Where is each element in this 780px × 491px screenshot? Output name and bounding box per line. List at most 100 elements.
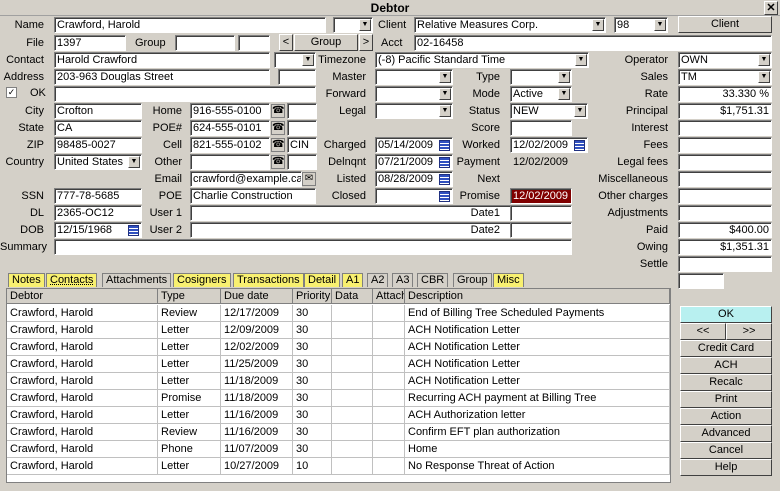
column-header[interactable]: Debtor: [7, 289, 158, 304]
table-cell[interactable]: [332, 373, 373, 390]
column-header[interactable]: Description: [405, 289, 670, 304]
recalc-button[interactable]: Recalc: [680, 374, 772, 391]
table-cell[interactable]: Letter: [158, 339, 221, 356]
client-select[interactable]: Relative Measures Corp. ▼: [414, 17, 606, 33]
city-field[interactable]: Crofton: [54, 103, 142, 119]
next-group-button[interactable]: >: [359, 34, 373, 51]
tab-a3[interactable]: A3: [392, 273, 414, 287]
calendar-icon[interactable]: [128, 225, 139, 236]
table-cell[interactable]: [373, 390, 405, 407]
print-button[interactable]: Print: [680, 391, 772, 408]
table-cell[interactable]: Letter: [158, 356, 221, 373]
table-cell[interactable]: End of Billing Tree Scheduled Payments: [405, 305, 670, 322]
ok-checkbox[interactable]: ✓: [6, 87, 17, 98]
table-cell[interactable]: [332, 424, 373, 441]
table-cell[interactable]: Crawford, Harold: [7, 356, 158, 373]
group-field-2[interactable]: [238, 35, 270, 51]
acct-field[interactable]: 02-16458: [414, 35, 772, 51]
table-cell[interactable]: 30: [293, 356, 332, 373]
table-cell[interactable]: [373, 373, 405, 390]
table-cell[interactable]: 30: [293, 424, 332, 441]
ach-button[interactable]: ACH: [680, 357, 772, 374]
group-field[interactable]: [175, 35, 235, 51]
country-select[interactable]: United States ▼: [54, 154, 142, 170]
table-cell[interactable]: Home: [405, 441, 670, 458]
zip-field[interactable]: 98485-0027: [54, 137, 142, 153]
table-cell[interactable]: Letter: [158, 407, 221, 424]
table-cell[interactable]: Crawford, Harold: [7, 458, 158, 475]
table-cell[interactable]: 10: [293, 458, 332, 475]
other-charges-field[interactable]: [678, 188, 772, 204]
tab-cosigners[interactable]: Cosigners: [173, 273, 231, 287]
table-cell[interactable]: [373, 305, 405, 322]
fees-field[interactable]: [678, 137, 772, 153]
phone-icon[interactable]: ☎: [271, 104, 285, 118]
worked-field[interactable]: 12/02/2009: [510, 137, 588, 153]
table-cell[interactable]: [373, 322, 405, 339]
column-header[interactable]: Data: [332, 289, 373, 304]
forward-select[interactable]: ▼: [375, 86, 453, 102]
table-cell[interactable]: [373, 424, 405, 441]
action-button[interactable]: Action: [680, 408, 772, 425]
table-cell[interactable]: ACH Notification Letter: [405, 322, 670, 339]
cancel-button[interactable]: Cancel: [680, 442, 772, 459]
table-cell[interactable]: Recurring ACH payment at Billing Tree: [405, 390, 670, 407]
table-cell[interactable]: [332, 356, 373, 373]
back-button[interactable]: <<: [680, 323, 726, 340]
poe-ext-field[interactable]: [287, 120, 317, 136]
tab-notes[interactable]: Notes: [8, 273, 45, 287]
table-cell[interactable]: 11/18/2009: [221, 373, 293, 390]
score-field[interactable]: [510, 120, 572, 136]
paid-field[interactable]: $400.00: [678, 222, 772, 238]
table-cell[interactable]: [332, 407, 373, 424]
table-cell[interactable]: 30: [293, 441, 332, 458]
tab-attachments[interactable]: Attachments: [102, 273, 172, 287]
table-cell[interactable]: 12/09/2009: [221, 322, 293, 339]
table-cell[interactable]: 11/16/2009: [221, 424, 293, 441]
charged-field[interactable]: 05/14/2009: [375, 137, 453, 153]
table-cell[interactable]: [332, 305, 373, 322]
tab-contacts[interactable]: Contacts: [46, 273, 98, 287]
table-cell[interactable]: 12/17/2009: [221, 305, 293, 322]
table-cell[interactable]: 30: [293, 322, 332, 339]
email-field[interactable]: crawford@example.ca: [190, 171, 302, 187]
poe-field[interactable]: Charlie Construction: [190, 188, 316, 204]
legal-select[interactable]: ▼: [375, 103, 453, 119]
master-select[interactable]: ▼: [375, 69, 453, 85]
table-cell[interactable]: [332, 339, 373, 356]
column-header[interactable]: Type: [158, 289, 221, 304]
address-field[interactable]: 203-963 Douglas Street: [54, 69, 270, 85]
table-cell[interactable]: 30: [293, 339, 332, 356]
calendar-icon[interactable]: [439, 140, 450, 151]
table-cell[interactable]: 30: [293, 407, 332, 424]
owing-field[interactable]: $1,351.31: [678, 239, 772, 255]
cell-phone-field[interactable]: 821-555-0102: [190, 137, 270, 153]
tab-a1[interactable]: A1: [342, 273, 364, 287]
table-cell[interactable]: ACH Notification Letter: [405, 373, 670, 390]
table-cell[interactable]: Crawford, Harold: [7, 424, 158, 441]
table-cell[interactable]: [332, 322, 373, 339]
rate-field[interactable]: 33.330 %: [678, 86, 772, 102]
table-cell[interactable]: Crawford, Harold: [7, 373, 158, 390]
client-button[interactable]: Client: [678, 16, 772, 33]
column-header[interactable]: Attach: [373, 289, 405, 304]
listed-field[interactable]: 08/28/2009: [375, 171, 453, 187]
phone-icon[interactable]: ☎: [271, 155, 285, 169]
table-cell[interactable]: ACH Notification Letter: [405, 339, 670, 356]
other-phone-field[interactable]: [190, 154, 270, 170]
tab-misc[interactable]: Misc: [493, 273, 524, 287]
type-select[interactable]: ▼: [510, 69, 572, 85]
operator-select[interactable]: OWN ▼: [678, 52, 772, 68]
table-cell[interactable]: [373, 407, 405, 424]
status-select[interactable]: NEW ▼: [510, 103, 588, 119]
credit-card-button[interactable]: Credit Card: [680, 340, 772, 357]
table-cell[interactable]: Review: [158, 424, 221, 441]
table-cell[interactable]: 30: [293, 305, 332, 322]
table-cell[interactable]: Crawford, Harold: [7, 305, 158, 322]
delnqnt-field[interactable]: 07/21/2009: [375, 154, 453, 170]
dob-field[interactable]: 12/15/1968: [54, 222, 142, 238]
column-header[interactable]: Due date: [221, 289, 293, 304]
home-phone-field[interactable]: 916-555-0100: [190, 103, 270, 119]
table-cell[interactable]: Crawford, Harold: [7, 390, 158, 407]
interest-field[interactable]: [678, 120, 772, 136]
